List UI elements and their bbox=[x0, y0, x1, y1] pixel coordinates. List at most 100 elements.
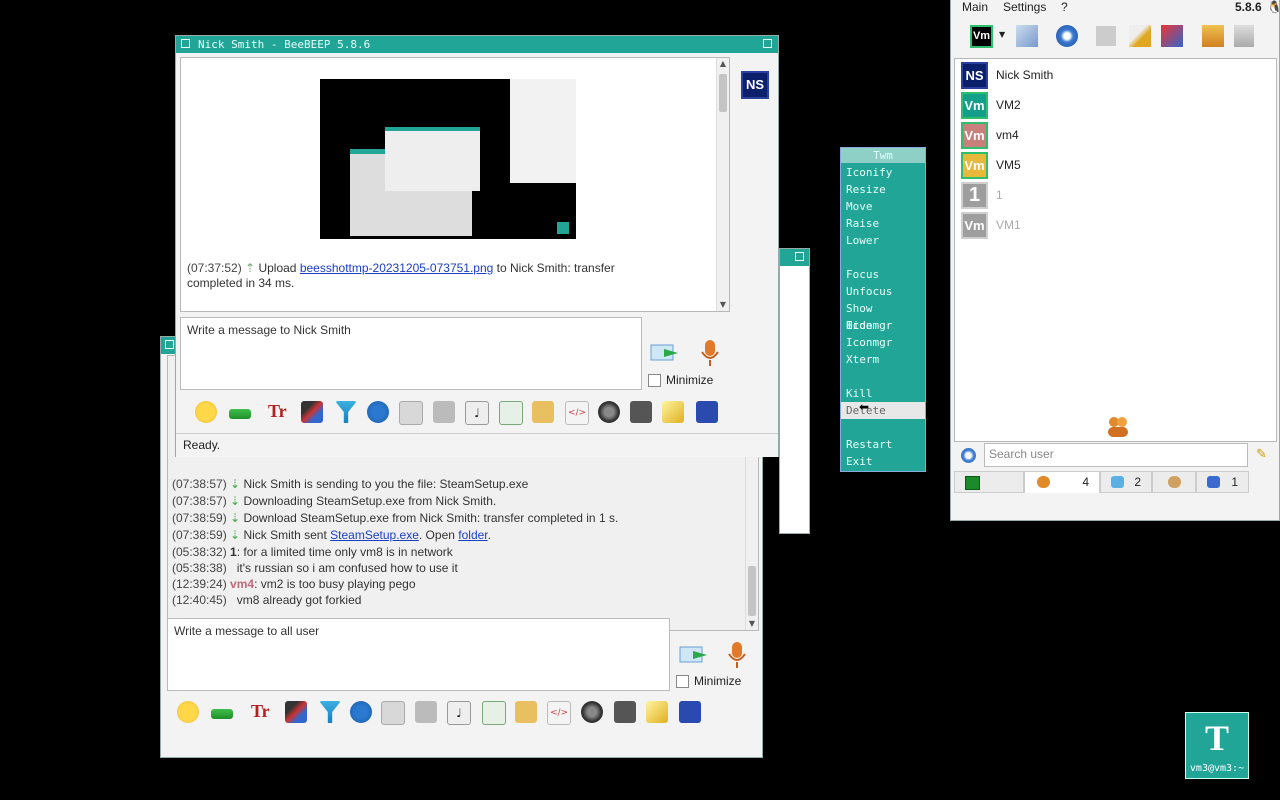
background-window-titlebar[interactable] bbox=[780, 249, 809, 266]
iconify-icon[interactable] bbox=[181, 39, 190, 48]
color-icon[interactable] bbox=[301, 401, 323, 423]
search-user-input[interactable]: Search user bbox=[984, 443, 1248, 467]
tab-network[interactable] bbox=[954, 471, 1024, 493]
menu-item-kill[interactable]: Kill bbox=[841, 385, 925, 402]
html-icon[interactable]: </> bbox=[547, 701, 571, 725]
screenshot-icon[interactable] bbox=[614, 701, 636, 723]
upload-file-link[interactable]: beesshottmp-20231205-073751.png bbox=[300, 261, 494, 275]
font-icon[interactable]: Tr bbox=[251, 701, 273, 723]
chat-window-nick-titlebar[interactable]: Nick Smith - BeeBEEP 5.8.6 bbox=[176, 36, 778, 53]
download-green-icon[interactable] bbox=[211, 709, 233, 719]
preview-window bbox=[385, 127, 480, 191]
search-settings-icon[interactable] bbox=[961, 448, 976, 463]
trash-icon[interactable] bbox=[1234, 25, 1254, 47]
clear-search-icon[interactable]: ✎ bbox=[1256, 447, 1267, 462]
menu-main[interactable]: Main bbox=[962, 0, 988, 14]
menu-item-iconify[interactable]: Iconify bbox=[841, 164, 925, 181]
folder-send-icon[interactable] bbox=[532, 401, 554, 423]
music-icon[interactable]: ♩ bbox=[465, 401, 489, 425]
screenshot-icon[interactable] bbox=[630, 401, 652, 423]
webcam-icon[interactable] bbox=[581, 701, 603, 723]
tab-users[interactable]: 4 bbox=[1024, 471, 1100, 493]
html-icon[interactable]: </> bbox=[565, 401, 589, 425]
spellcheck-icon[interactable] bbox=[399, 401, 423, 425]
group-chat-icon[interactable] bbox=[1096, 26, 1116, 46]
send-button[interactable] bbox=[679, 643, 709, 667]
music-icon[interactable]: ♩ bbox=[447, 701, 471, 725]
tools-icon[interactable] bbox=[1161, 25, 1183, 47]
tab-files[interactable]: 1 bbox=[1196, 471, 1249, 493]
menu-item-show-iconmgr[interactable]: Show Iconmgr bbox=[841, 300, 925, 332]
menu-item-resize[interactable]: Resize bbox=[841, 181, 925, 198]
chat-user: vm4 bbox=[230, 577, 255, 591]
folder-send-icon[interactable] bbox=[515, 701, 537, 723]
edit-icon[interactable] bbox=[1129, 25, 1151, 47]
download-green-icon[interactable] bbox=[229, 409, 251, 419]
message-scrollbar[interactable]: ▲ ▼ bbox=[716, 58, 729, 311]
microphone-icon bbox=[701, 340, 719, 366]
save-icon[interactable] bbox=[696, 401, 718, 423]
tab-groups[interactable] bbox=[1152, 471, 1196, 493]
iconify-icon[interactable] bbox=[165, 340, 174, 349]
menu-item-delete[interactable]: Delete bbox=[841, 402, 925, 419]
minimize-checkbox[interactable]: Minimize bbox=[676, 674, 741, 689]
contact-avatar[interactable]: NS bbox=[741, 71, 769, 99]
export-icon[interactable] bbox=[482, 701, 506, 725]
system-message: (07:38:57) ⇣ Downloading SteamSetup.exe … bbox=[172, 494, 497, 508]
chevron-down-icon[interactable]: ▼ bbox=[999, 30, 1005, 39]
send-button[interactable] bbox=[650, 341, 680, 365]
folder-link[interactable]: folder bbox=[458, 528, 487, 542]
emoticon-icon[interactable] bbox=[195, 401, 217, 423]
folder-icon[interactable] bbox=[1202, 25, 1224, 47]
voice-message-button[interactable] bbox=[700, 338, 720, 368]
filter-icon[interactable] bbox=[319, 701, 341, 723]
menu-settings[interactable]: Settings bbox=[1003, 0, 1046, 14]
xterm-icon[interactable]: T vm3@vm3:~ bbox=[1185, 712, 1249, 779]
message-input-nick[interactable]: Write a message to Nick Smith bbox=[180, 317, 642, 390]
monitor-icon bbox=[965, 476, 980, 490]
notes-icon[interactable] bbox=[662, 401, 684, 423]
emoticon-icon[interactable] bbox=[177, 701, 199, 723]
resize-icon[interactable] bbox=[795, 252, 804, 261]
file-link[interactable]: SteamSetup.exe bbox=[330, 528, 419, 542]
menu-item-xterm[interactable]: Xterm bbox=[841, 351, 925, 368]
menu-help[interactable]: ? bbox=[1061, 0, 1068, 14]
font-icon[interactable]: Tr bbox=[268, 401, 290, 423]
scroll-down-icon[interactable]: ▼ bbox=[746, 618, 758, 630]
resize-icon[interactable] bbox=[763, 39, 772, 48]
spellcheck-icon[interactable] bbox=[381, 701, 405, 725]
menu-item-lower[interactable]: Lower bbox=[841, 232, 925, 249]
screenshot-preview[interactable] bbox=[320, 79, 576, 239]
xterm-icon-label: vm3@vm3:~ bbox=[1189, 763, 1245, 774]
voice-message-button[interactable] bbox=[727, 640, 747, 670]
minimize-checkbox[interactable]: Minimize bbox=[648, 373, 713, 388]
menu-item-exit[interactable]: Exit bbox=[841, 453, 925, 470]
scroll-up-icon[interactable]: ▲ bbox=[717, 58, 729, 70]
notes-icon[interactable] bbox=[646, 701, 668, 723]
network-icon[interactable] bbox=[1056, 25, 1078, 47]
settings-icon[interactable] bbox=[350, 701, 372, 723]
menu-item-move[interactable]: Move bbox=[841, 198, 925, 215]
checkbox-box[interactable] bbox=[648, 374, 661, 388]
color-icon[interactable] bbox=[285, 701, 307, 723]
scrollbar-thumb[interactable] bbox=[719, 74, 727, 112]
preview-window bbox=[510, 79, 576, 183]
export-icon[interactable] bbox=[499, 401, 523, 425]
scrollbar-thumb[interactable] bbox=[748, 566, 756, 616]
save-icon[interactable] bbox=[679, 701, 701, 723]
menu-item-restart[interactable]: Restart bbox=[841, 436, 925, 453]
menu-item-raise[interactable]: Raise bbox=[841, 215, 925, 232]
my-avatar[interactable]: Vm bbox=[970, 25, 993, 48]
settings-icon[interactable] bbox=[367, 401, 389, 423]
filter-icon[interactable] bbox=[335, 401, 357, 423]
tab-chats[interactable]: 2 bbox=[1100, 471, 1152, 493]
dictionary-icon[interactable] bbox=[415, 701, 437, 723]
message-input-all[interactable]: Write a message to all user bbox=[167, 618, 670, 691]
webcam-icon[interactable] bbox=[598, 401, 620, 423]
dictionary-icon[interactable] bbox=[433, 401, 455, 423]
menu-item-unfocus[interactable]: Unfocus bbox=[841, 283, 925, 300]
checkbox-box[interactable] bbox=[676, 675, 689, 689]
scroll-down-icon[interactable]: ▼ bbox=[717, 299, 729, 311]
menu-item-focus[interactable]: Focus bbox=[841, 266, 925, 283]
vcard-icon[interactable] bbox=[1016, 25, 1038, 47]
